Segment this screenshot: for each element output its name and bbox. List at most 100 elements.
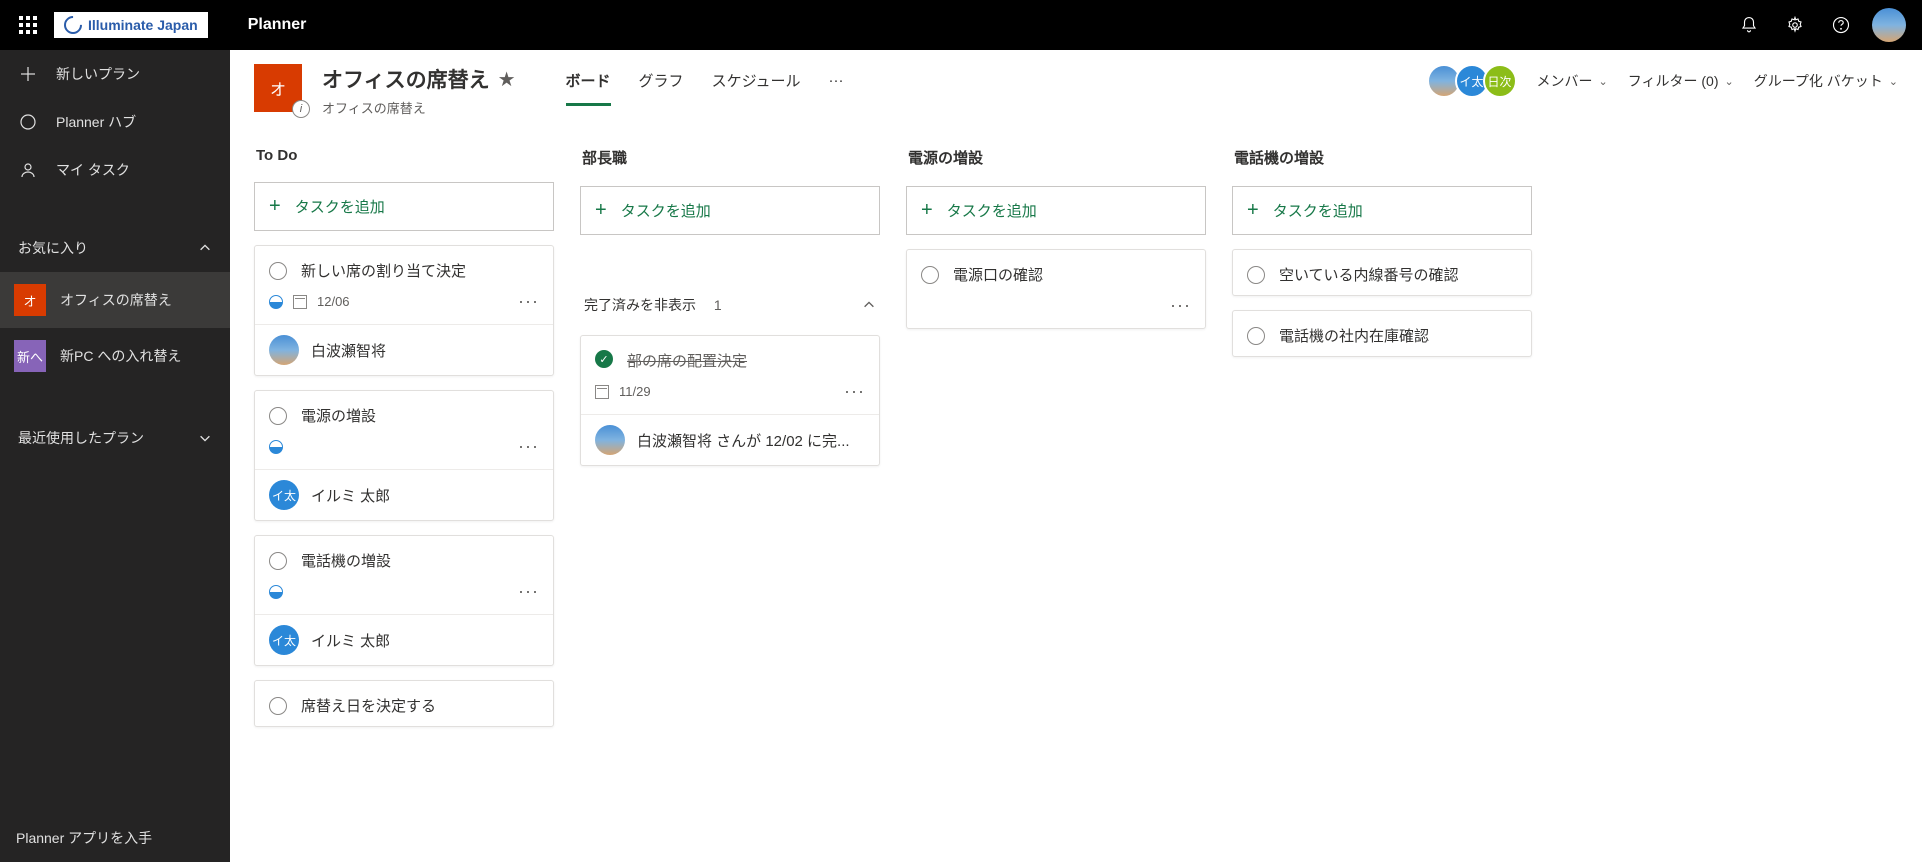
plan-subtitle[interactable]: オフィスの席替え	[322, 98, 516, 117]
my-tasks-label: マイ タスク	[56, 160, 130, 180]
task-complete-radio[interactable]	[269, 697, 287, 715]
task-due: 12/06	[317, 294, 350, 309]
org-name: Illuminate Japan	[88, 17, 198, 33]
tab-chart[interactable]: グラフ	[639, 70, 684, 106]
plan-item-new-pc[interactable]: 新へ 新PC への入れ替え	[0, 328, 230, 384]
progress-icon	[269, 440, 283, 454]
plan-label: オフィスの席替え	[60, 290, 172, 310]
new-plan-button[interactable]: 新しいプラン	[0, 50, 230, 98]
board: To Do + タスクを追加 新しい席の割り当て決定 12/06	[230, 125, 1922, 862]
member-avatars[interactable]: イ太 日次	[1433, 64, 1517, 98]
calendar-icon	[595, 385, 609, 399]
task-title: 席替え日を決定する	[301, 695, 436, 716]
hub-label: Planner ハブ	[56, 112, 136, 132]
task-card[interactable]: 席替え日を決定する	[254, 680, 554, 727]
task-complete-radio[interactable]	[1247, 266, 1265, 284]
plan-id-tile: オ i	[254, 64, 302, 112]
plan-item-office-seating[interactable]: オ オフィスの席替え	[0, 272, 230, 328]
tab-schedule[interactable]: スケジュール	[712, 70, 801, 106]
task-more-icon[interactable]: ···	[518, 581, 539, 602]
plan-header: オ i オフィスの席替え ★ オフィスの席替え ボード グラフ スケジュール ·…	[230, 50, 1922, 125]
task-complete-radio[interactable]	[269, 262, 287, 280]
planner-hub-link[interactable]: Planner ハブ	[0, 98, 230, 146]
members-dropdown[interactable]: メンバー ⌄	[1537, 71, 1608, 91]
bucket-title[interactable]: 部長職	[580, 143, 880, 172]
task-card-completed[interactable]: ✓ 部の席の配置決定 11/29 ··· 白波瀬智将 さんが 12/02 に完.…	[580, 335, 880, 466]
task-more-icon[interactable]: ···	[1170, 295, 1191, 316]
app-name[interactable]: Planner	[248, 16, 307, 34]
task-more-icon[interactable]: ···	[518, 291, 539, 312]
add-task-button[interactable]: + タスクを追加	[254, 182, 554, 231]
task-card[interactable]: 電話機の社内在庫確認	[1232, 310, 1532, 357]
chevron-up-icon	[862, 298, 876, 312]
new-plan-label: 新しいプラン	[56, 64, 140, 84]
assignee-avatar	[595, 425, 625, 455]
calendar-icon	[293, 295, 307, 309]
notification-icon[interactable]	[1726, 2, 1772, 48]
plan-tile: オ	[14, 284, 46, 316]
task-assignee[interactable]: 白波瀬智将	[255, 324, 553, 375]
top-bar: Illuminate Japan Planner	[0, 0, 1922, 50]
favorites-section-header[interactable]: お気に入り	[0, 224, 230, 272]
bucket-title[interactable]: 電話機の増設	[1232, 143, 1532, 172]
groupby-dropdown[interactable]: グループ化 バケット ⌄	[1754, 71, 1898, 91]
bucket-managers: 部長職 + タスクを追加 完了済みを非表示 1 ✓	[580, 143, 880, 844]
assignee-avatar	[269, 335, 299, 365]
chevron-up-icon	[198, 241, 212, 255]
org-logo[interactable]: Illuminate Japan	[54, 12, 208, 38]
task-due: 11/29	[619, 384, 651, 399]
task-card[interactable]: 電源の増設 ··· イ太 イルミ 太郎	[254, 390, 554, 521]
left-nav: 新しいプラン Planner ハブ マイ タスク お気に入り オ オフィスの席替…	[0, 50, 230, 862]
get-app-link[interactable]: Planner アプリを入手	[0, 814, 230, 862]
task-more-icon[interactable]: ···	[844, 381, 865, 402]
plus-icon: +	[921, 199, 933, 222]
bucket-todo: To Do + タスクを追加 新しい席の割り当て決定 12/06	[254, 143, 554, 844]
tab-more-icon[interactable]: ···	[829, 72, 844, 104]
task-assignee[interactable]: イ太 イルミ 太郎	[255, 614, 553, 665]
task-card[interactable]: 電源口の確認 ···	[906, 249, 1206, 329]
task-title: 電話機の社内在庫確認	[1279, 325, 1429, 346]
bucket-title[interactable]: To Do	[254, 143, 554, 168]
task-complete-radio[interactable]	[269, 552, 287, 570]
add-task-button[interactable]: + タスクを追加	[1232, 186, 1532, 235]
chevron-down-icon: ⌄	[1725, 75, 1734, 88]
person-icon	[18, 160, 38, 180]
completed-toggle[interactable]: 完了済みを非表示 1	[580, 289, 880, 321]
bucket-title[interactable]: 電源の増設	[906, 143, 1206, 172]
app-launcher-icon[interactable]	[8, 5, 48, 45]
plan-title: オフィスの席替え	[322, 64, 490, 94]
my-tasks-link[interactable]: マイ タスク	[0, 146, 230, 194]
task-completed-by: 白波瀬智将 さんが 12/02 に完...	[581, 414, 879, 465]
plus-icon: +	[1247, 199, 1259, 222]
help-icon[interactable]	[1818, 2, 1864, 48]
tab-board[interactable]: ボード	[566, 70, 611, 106]
star-icon[interactable]: ★	[498, 67, 516, 92]
task-title: 電源の増設	[301, 405, 376, 426]
task-card[interactable]: 電話機の増設 ··· イ太 イルミ 太郎	[254, 535, 554, 666]
task-assignee[interactable]: イ太 イルミ 太郎	[255, 469, 553, 520]
chevron-down-icon: ⌄	[1599, 75, 1608, 88]
task-complete-radio[interactable]	[921, 266, 939, 284]
add-task-button[interactable]: + タスクを追加	[580, 186, 880, 235]
plus-icon	[18, 64, 38, 84]
recent-label: 最近使用したプラン	[18, 428, 144, 448]
add-task-button[interactable]: + タスクを追加	[906, 186, 1206, 235]
bucket-phone: 電話機の増設 + タスクを追加 空いている内線番号の確認 電話機の社内在庫確認	[1232, 143, 1532, 844]
task-card[interactable]: 新しい席の割り当て決定 12/06 ··· 白波瀬智将	[254, 245, 554, 376]
recent-section-header[interactable]: 最近使用したプラン	[0, 414, 230, 462]
task-card[interactable]: 空いている内線番号の確認	[1232, 249, 1532, 296]
task-complete-radio[interactable]	[1247, 327, 1265, 345]
info-icon[interactable]: i	[292, 100, 310, 118]
progress-icon	[269, 585, 283, 599]
assignee-avatar: イ太	[269, 625, 299, 655]
task-title: 新しい席の割り当て決定	[301, 260, 466, 281]
task-title: 電源口の確認	[953, 264, 1043, 285]
settings-icon[interactable]	[1772, 2, 1818, 48]
account-avatar[interactable]	[1872, 8, 1906, 42]
filter-dropdown[interactable]: フィルター (0) ⌄	[1628, 71, 1734, 91]
task-done-icon[interactable]: ✓	[595, 350, 613, 368]
task-more-icon[interactable]: ···	[518, 436, 539, 457]
bucket-power: 電源の増設 + タスクを追加 電源口の確認 ···	[906, 143, 1206, 844]
chevron-down-icon: ⌄	[1889, 75, 1898, 88]
task-complete-radio[interactable]	[269, 407, 287, 425]
